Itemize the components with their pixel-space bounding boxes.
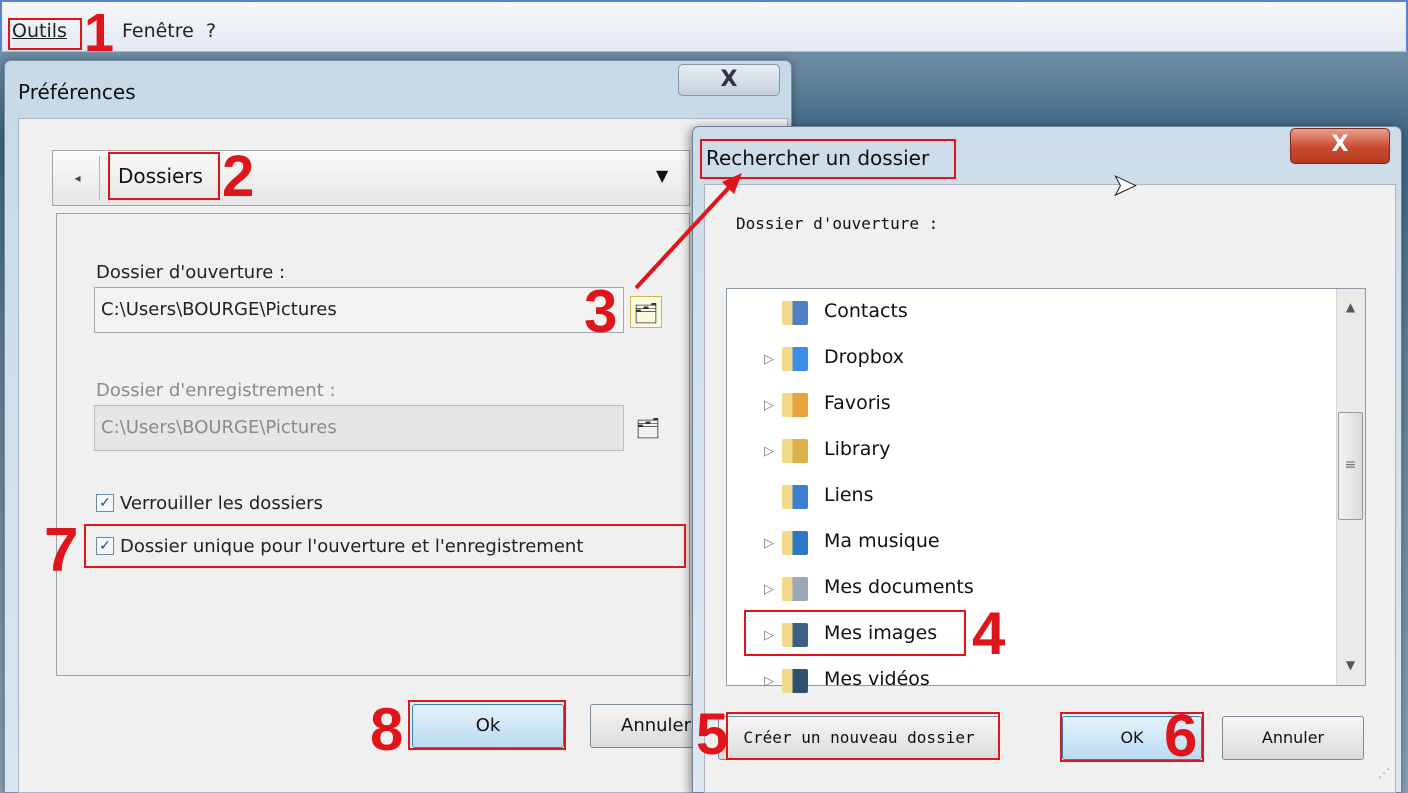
folder-icon <box>782 577 808 601</box>
menu-help[interactable]: ? <box>206 20 216 42</box>
scroll-thumb[interactable]: ≡ <box>1338 412 1363 520</box>
save-folder-label: Dossier d'enregistrement : <box>96 380 336 401</box>
folder-icon <box>782 531 808 555</box>
preferences-close-button[interactable]: X <box>678 64 780 96</box>
highlight-single-folder <box>84 524 686 568</box>
mouse-pointer-icon: ➤ <box>1111 168 1138 204</box>
folder-icon <box>782 301 808 325</box>
cancel-button[interactable]: Annuler <box>590 704 700 748</box>
tree-item-label[interactable]: Mes documents <box>824 576 974 598</box>
folder-icon <box>782 347 808 371</box>
annotation-number: 3 <box>584 278 618 345</box>
preferences-title: Préférences <box>18 80 136 104</box>
browse-close-button[interactable]: X <box>1290 128 1390 164</box>
folder-icon <box>782 669 808 693</box>
expand-arrow-icon[interactable]: ▷ <box>764 582 774 597</box>
folder-icon <box>782 393 808 417</box>
highlight-mes-images <box>744 610 966 656</box>
menu-fenetre[interactable]: Fenêtre <box>122 20 194 42</box>
tree-item-label[interactable]: Contacts <box>824 300 908 322</box>
folder-tree-icon[interactable]: 🗂 <box>630 296 662 328</box>
folder-tree-icon: 🗂 <box>635 416 661 440</box>
expand-arrow-icon[interactable]: ▷ <box>764 352 774 367</box>
annotation-number: 4 <box>972 600 1006 667</box>
chevron-down-icon[interactable]: ▼ <box>656 166 668 185</box>
browse-caption: Dossier d'ouverture : <box>736 214 939 233</box>
resize-grip-icon[interactable]: ⋰ <box>1378 766 1390 780</box>
highlight-dossiers <box>108 152 220 200</box>
expand-arrow-icon[interactable]: ▷ <box>764 398 774 413</box>
highlight-title <box>700 139 956 179</box>
expand-arrow-icon[interactable]: ▷ <box>764 674 774 689</box>
tree-item-label[interactable]: Dropbox <box>824 346 904 368</box>
annotation-number: 1 <box>84 3 115 63</box>
scroll-down-icon[interactable]: ▼ <box>1336 658 1365 672</box>
highlight-new-folder <box>726 712 1000 760</box>
annotation-number: 7 <box>44 516 79 585</box>
highlight-pref-ok <box>408 700 566 750</box>
lock-folders-checkbox[interactable]: ✓ <box>96 494 114 512</box>
open-folder-field[interactable]: C:\Users\BOURGE\Pictures <box>94 287 624 333</box>
tree-item-label[interactable]: Favoris <box>824 392 891 414</box>
expand-arrow-icon[interactable]: ▷ <box>764 444 774 459</box>
back-arrow-icon[interactable]: ◂ <box>56 156 100 200</box>
scroll-up-icon[interactable]: ▲ <box>1336 300 1365 314</box>
expand-arrow-icon[interactable]: ▷ <box>764 536 774 551</box>
lock-folders-label: Verrouiller les dossiers <box>120 493 323 514</box>
annotation-number: 8 <box>370 696 404 763</box>
open-folder-label: Dossier d'ouverture : <box>96 262 286 283</box>
tree-item-label[interactable]: Mes vidéos <box>824 668 930 690</box>
save-folder-field: C:\Users\BOURGE\Pictures <box>94 405 624 451</box>
folder-icon <box>782 439 808 463</box>
browse-cancel-button[interactable]: Annuler <box>1222 716 1364 760</box>
tree-item-label[interactable]: Liens <box>824 484 874 506</box>
tree-item-label[interactable]: Ma musique <box>824 530 940 552</box>
annotation-number: 5 <box>696 702 729 767</box>
highlight-outils <box>8 18 82 50</box>
annotation-number: 6 <box>1164 702 1198 769</box>
folder-icon <box>782 485 808 509</box>
annotation-number: 2 <box>222 144 255 209</box>
tree-item-label[interactable]: Library <box>824 438 890 460</box>
